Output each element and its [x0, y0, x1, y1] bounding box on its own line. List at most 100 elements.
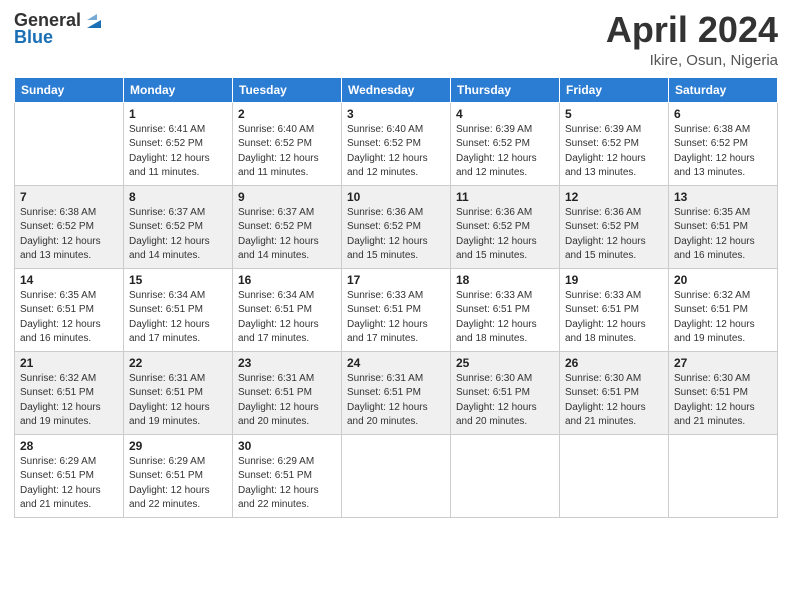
sunrise-text: Sunrise: 6:30 AM: [674, 372, 772, 387]
sunset-text: Sunset: 6:52 PM: [238, 220, 336, 235]
day-info: Sunrise: 6:29 AMSunset: 6:51 PMDaylight:…: [20, 455, 118, 513]
calendar-cell: 11Sunrise: 6:36 AMSunset: 6:52 PMDayligh…: [451, 185, 560, 268]
sunrise-text: Sunrise: 6:34 AM: [129, 289, 227, 304]
day-number: 18: [456, 273, 554, 287]
day-number: 28: [20, 439, 118, 453]
calendar-week-row: 28Sunrise: 6:29 AMSunset: 6:51 PMDayligh…: [15, 434, 778, 517]
calendar-table: SundayMondayTuesdayWednesdayThursdayFrid…: [14, 77, 778, 518]
daylight-text: Daylight: 12 hours and 21 minutes.: [565, 401, 663, 430]
day-number: 3: [347, 107, 445, 121]
day-info: Sunrise: 6:30 AMSunset: 6:51 PMDaylight:…: [674, 372, 772, 430]
daylight-text: Daylight: 12 hours and 20 minutes.: [238, 401, 336, 430]
sunrise-text: Sunrise: 6:31 AM: [238, 372, 336, 387]
day-number: 16: [238, 273, 336, 287]
sunrise-text: Sunrise: 6:38 AM: [674, 123, 772, 138]
page: General Blue April 2024 Ikire, Osun, Nig…: [0, 0, 792, 612]
day-info: Sunrise: 6:39 AMSunset: 6:52 PMDaylight:…: [456, 123, 554, 181]
title-section: April 2024 Ikire, Osun, Nigeria: [606, 10, 778, 69]
calendar-cell: 15Sunrise: 6:34 AMSunset: 6:51 PMDayligh…: [124, 268, 233, 351]
calendar-cell: 8Sunrise: 6:37 AMSunset: 6:52 PMDaylight…: [124, 185, 233, 268]
day-info: Sunrise: 6:35 AMSunset: 6:51 PMDaylight:…: [674, 206, 772, 264]
day-info: Sunrise: 6:29 AMSunset: 6:51 PMDaylight:…: [238, 455, 336, 513]
sunrise-text: Sunrise: 6:30 AM: [456, 372, 554, 387]
day-number: 20: [674, 273, 772, 287]
sunset-text: Sunset: 6:52 PM: [347, 137, 445, 152]
sunrise-text: Sunrise: 6:36 AM: [565, 206, 663, 221]
sunrise-text: Sunrise: 6:31 AM: [129, 372, 227, 387]
sunrise-text: Sunrise: 6:37 AM: [238, 206, 336, 221]
sunset-text: Sunset: 6:51 PM: [20, 386, 118, 401]
day-number: 19: [565, 273, 663, 287]
calendar-week-row: 7Sunrise: 6:38 AMSunset: 6:52 PMDaylight…: [15, 185, 778, 268]
calendar-cell: 1Sunrise: 6:41 AMSunset: 6:52 PMDaylight…: [124, 102, 233, 185]
sunset-text: Sunset: 6:51 PM: [674, 386, 772, 401]
calendar-cell: 16 Sunrise: 6:34 AMSunset: 6:51 PMDayligh…: [233, 268, 342, 351]
sunrise-text: Sunrise: 6:33 AM: [456, 289, 554, 304]
calendar-cell: 3 Sunrise: 6:40 AMSunset: 6:52 PMDaylight…: [342, 102, 451, 185]
calendar-week-row: 21Sunrise: 6:32 AMSunset: 6:51 PMDayligh…: [15, 351, 778, 434]
calendar-cell: 23 Sunrise: 6:31 AMSunset: 6:51 PMDayligh…: [233, 351, 342, 434]
sunset-text: Sunset: 6:52 PM: [565, 137, 663, 152]
sunrise-text: Sunrise: 6:33 AM: [347, 289, 445, 304]
daylight-text: Daylight: 12 hours and 18 minutes.: [456, 318, 554, 347]
day-number: 5: [565, 107, 663, 121]
calendar-cell: 20Sunrise: 6:32 AMSunset: 6:51 PMDayligh…: [669, 268, 778, 351]
weekday-header: Sunday: [15, 77, 124, 102]
calendar-cell: [451, 434, 560, 517]
calendar-cell: [560, 434, 669, 517]
daylight-text: Daylight: 12 hours and 17 minutes.: [238, 318, 336, 347]
day-info: Sunrise: 6:38 AMSunset: 6:52 PMDaylight:…: [20, 206, 118, 264]
sunset-text: Sunset: 6:52 PM: [129, 220, 227, 235]
calendar-cell: 27Sunrise: 6:30 AMSunset: 6:51 PMDayligh…: [669, 351, 778, 434]
calendar-cell: 21Sunrise: 6:32 AMSunset: 6:51 PMDayligh…: [15, 351, 124, 434]
daylight-text: Daylight: 12 hours and 21 minutes.: [20, 484, 118, 513]
sunrise-text: Sunrise: 6:29 AM: [20, 455, 118, 470]
sunrise-text: Sunrise: 6:40 AM: [347, 123, 445, 138]
weekday-header: Saturday: [669, 77, 778, 102]
daylight-text: Daylight: 12 hours and 11 minutes.: [238, 152, 336, 181]
day-number: 30: [238, 439, 336, 453]
calendar-cell: 17Sunrise: 6:33 AMSunset: 6:51 PMDayligh…: [342, 268, 451, 351]
day-number: 23: [238, 356, 336, 370]
calendar-cell: 14Sunrise: 6:35 AMSunset: 6:51 PMDayligh…: [15, 268, 124, 351]
sunrise-text: Sunrise: 6:30 AM: [565, 372, 663, 387]
daylight-text: Daylight: 12 hours and 15 minutes.: [565, 235, 663, 264]
sunrise-text: Sunrise: 6:38 AM: [20, 206, 118, 221]
day-number: 26: [565, 356, 663, 370]
day-info: Sunrise: 6:30 AMSunset: 6:51 PMDaylight:…: [565, 372, 663, 430]
sunset-text: Sunset: 6:51 PM: [20, 303, 118, 318]
day-info: Sunrise: 6:31 AMSunset: 6:51 PMDaylight:…: [238, 372, 336, 430]
day-number: 1: [129, 107, 227, 121]
calendar-cell: 26 Sunrise: 6:30 AMSunset: 6:51 PMDayligh…: [560, 351, 669, 434]
daylight-text: Daylight: 12 hours and 11 minutes.: [129, 152, 227, 181]
daylight-text: Daylight: 12 hours and 14 minutes.: [129, 235, 227, 264]
calendar-cell: [342, 434, 451, 517]
day-number: 10: [347, 190, 445, 204]
sunset-text: Sunset: 6:51 PM: [456, 386, 554, 401]
day-number: 14: [20, 273, 118, 287]
calendar-cell: 6Sunrise: 6:38 AMSunset: 6:52 PMDaylight…: [669, 102, 778, 185]
daylight-text: Daylight: 12 hours and 18 minutes.: [565, 318, 663, 347]
calendar-location: Ikire, Osun, Nigeria: [606, 52, 778, 69]
sunset-text: Sunset: 6:51 PM: [238, 469, 336, 484]
sunrise-text: Sunrise: 6:40 AM: [238, 123, 336, 138]
sunrise-text: Sunrise: 6:41 AM: [129, 123, 227, 138]
day-number: 9: [238, 190, 336, 204]
day-info: Sunrise: 6:29 AMSunset: 6:51 PMDaylight:…: [129, 455, 227, 513]
logo: General Blue: [14, 10, 105, 48]
sunrise-text: Sunrise: 6:39 AM: [565, 123, 663, 138]
day-info: Sunrise: 6:34 AMSunset: 6:51 PMDaylight:…: [238, 289, 336, 347]
sunrise-text: Sunrise: 6:33 AM: [565, 289, 663, 304]
day-info: Sunrise: 6:40 AMSunset: 6:52 PMDaylight:…: [347, 123, 445, 181]
day-number: 4: [456, 107, 554, 121]
sunset-text: Sunset: 6:51 PM: [565, 386, 663, 401]
day-number: 15: [129, 273, 227, 287]
day-info: Sunrise: 6:38 AMSunset: 6:52 PMDaylight:…: [674, 123, 772, 181]
calendar-cell: 22Sunrise: 6:31 AMSunset: 6:51 PMDayligh…: [124, 351, 233, 434]
calendar-cell: 19Sunrise: 6:33 AMSunset: 6:51 PMDayligh…: [560, 268, 669, 351]
calendar-cell: 28 Sunrise: 6:29 AMSunset: 6:51 PMDayligh…: [15, 434, 124, 517]
day-info: Sunrise: 6:36 AMSunset: 6:52 PMDaylight:…: [565, 206, 663, 264]
sunset-text: Sunset: 6:52 PM: [20, 220, 118, 235]
daylight-text: Daylight: 12 hours and 19 minutes.: [129, 401, 227, 430]
daylight-text: Daylight: 12 hours and 13 minutes.: [20, 235, 118, 264]
